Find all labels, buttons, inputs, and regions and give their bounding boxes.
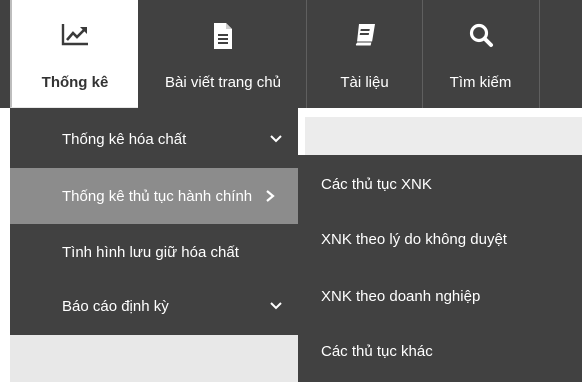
nav-label: Tìm kiếm	[449, 74, 512, 91]
flyout-item-xnk-theo-ly-do-khong-duyet[interactable]: XNK theo lý do không duyệt	[298, 211, 582, 267]
menu-bottom-strip	[10, 335, 298, 382]
nav-item-bai-viet-trang-chu[interactable]: Bài viết trang chủ	[140, 0, 306, 108]
nav-item-tai-lieu[interactable]: Tài liệu	[307, 0, 422, 108]
flyout-header-strip	[305, 117, 582, 155]
trend-chart-icon	[60, 22, 90, 62]
submenu-item-label: Thống kê hóa chất	[62, 130, 187, 148]
document-icon	[212, 22, 234, 62]
submenu-item-label: Báo cáo định kỳ	[62, 297, 169, 315]
submenu-item-label: Tình hình lưu giữ hóa chất	[62, 243, 239, 261]
search-icon	[468, 22, 494, 62]
submenu-item-tinh-hinh-luu-giu-hoa-chat[interactable]: Tình hình lưu giữ hóa chất	[10, 224, 298, 280]
nav-label: Tài liệu	[340, 74, 389, 91]
book-icon	[353, 22, 377, 62]
flyout-item-label: Các thủ tục XNK	[321, 175, 432, 193]
statistics-submenu: Thống kê hóa chất Thống kê thủ tục hành …	[10, 108, 298, 335]
flyout-item-cac-thu-tuc-khac[interactable]: Các thủ tục khác	[298, 323, 582, 379]
nav-label: Bài viết trang chủ	[165, 74, 281, 91]
flyout-item-label: Các thủ tục khác	[321, 342, 433, 360]
submenu-item-label: Thống kê thủ tục hành chính	[62, 187, 253, 205]
flyout-item-label: XNK theo doanh nghiệp	[321, 287, 481, 305]
chevron-down-icon	[270, 302, 282, 310]
administrative-procedures-flyout: Các thủ tục XNK XNK theo lý do không duy…	[298, 155, 582, 382]
submenu-item-thong-ke-hoa-chat[interactable]: Thống kê hóa chất	[10, 111, 298, 167]
nav-item-tim-kiem[interactable]: Tìm kiếm	[423, 0, 538, 108]
submenu-item-thong-ke-thu-tuc-hanh-chinh[interactable]: Thống kê thủ tục hành chính	[10, 168, 298, 224]
top-navigation-bar: Thống kê Bài viết trang chủ Tài liệu Tìm…	[0, 0, 582, 108]
nav-divider	[539, 0, 540, 108]
nav-item-thong-ke[interactable]: Thống kê	[10, 0, 138, 108]
submenu-item-bao-cao-dinh-ky[interactable]: Báo cáo định kỳ	[10, 278, 298, 334]
flyout-item-label: XNK theo lý do không duyệt	[321, 230, 507, 248]
flyout-item-xnk-theo-doanh-nghiep[interactable]: XNK theo doanh nghiệp	[298, 268, 582, 324]
chevron-right-icon	[266, 190, 275, 202]
nav-label: Thống kê	[41, 74, 109, 91]
flyout-item-cac-thu-tuc-xnk[interactable]: Các thủ tục XNK	[298, 156, 582, 212]
chevron-down-icon	[270, 135, 282, 143]
